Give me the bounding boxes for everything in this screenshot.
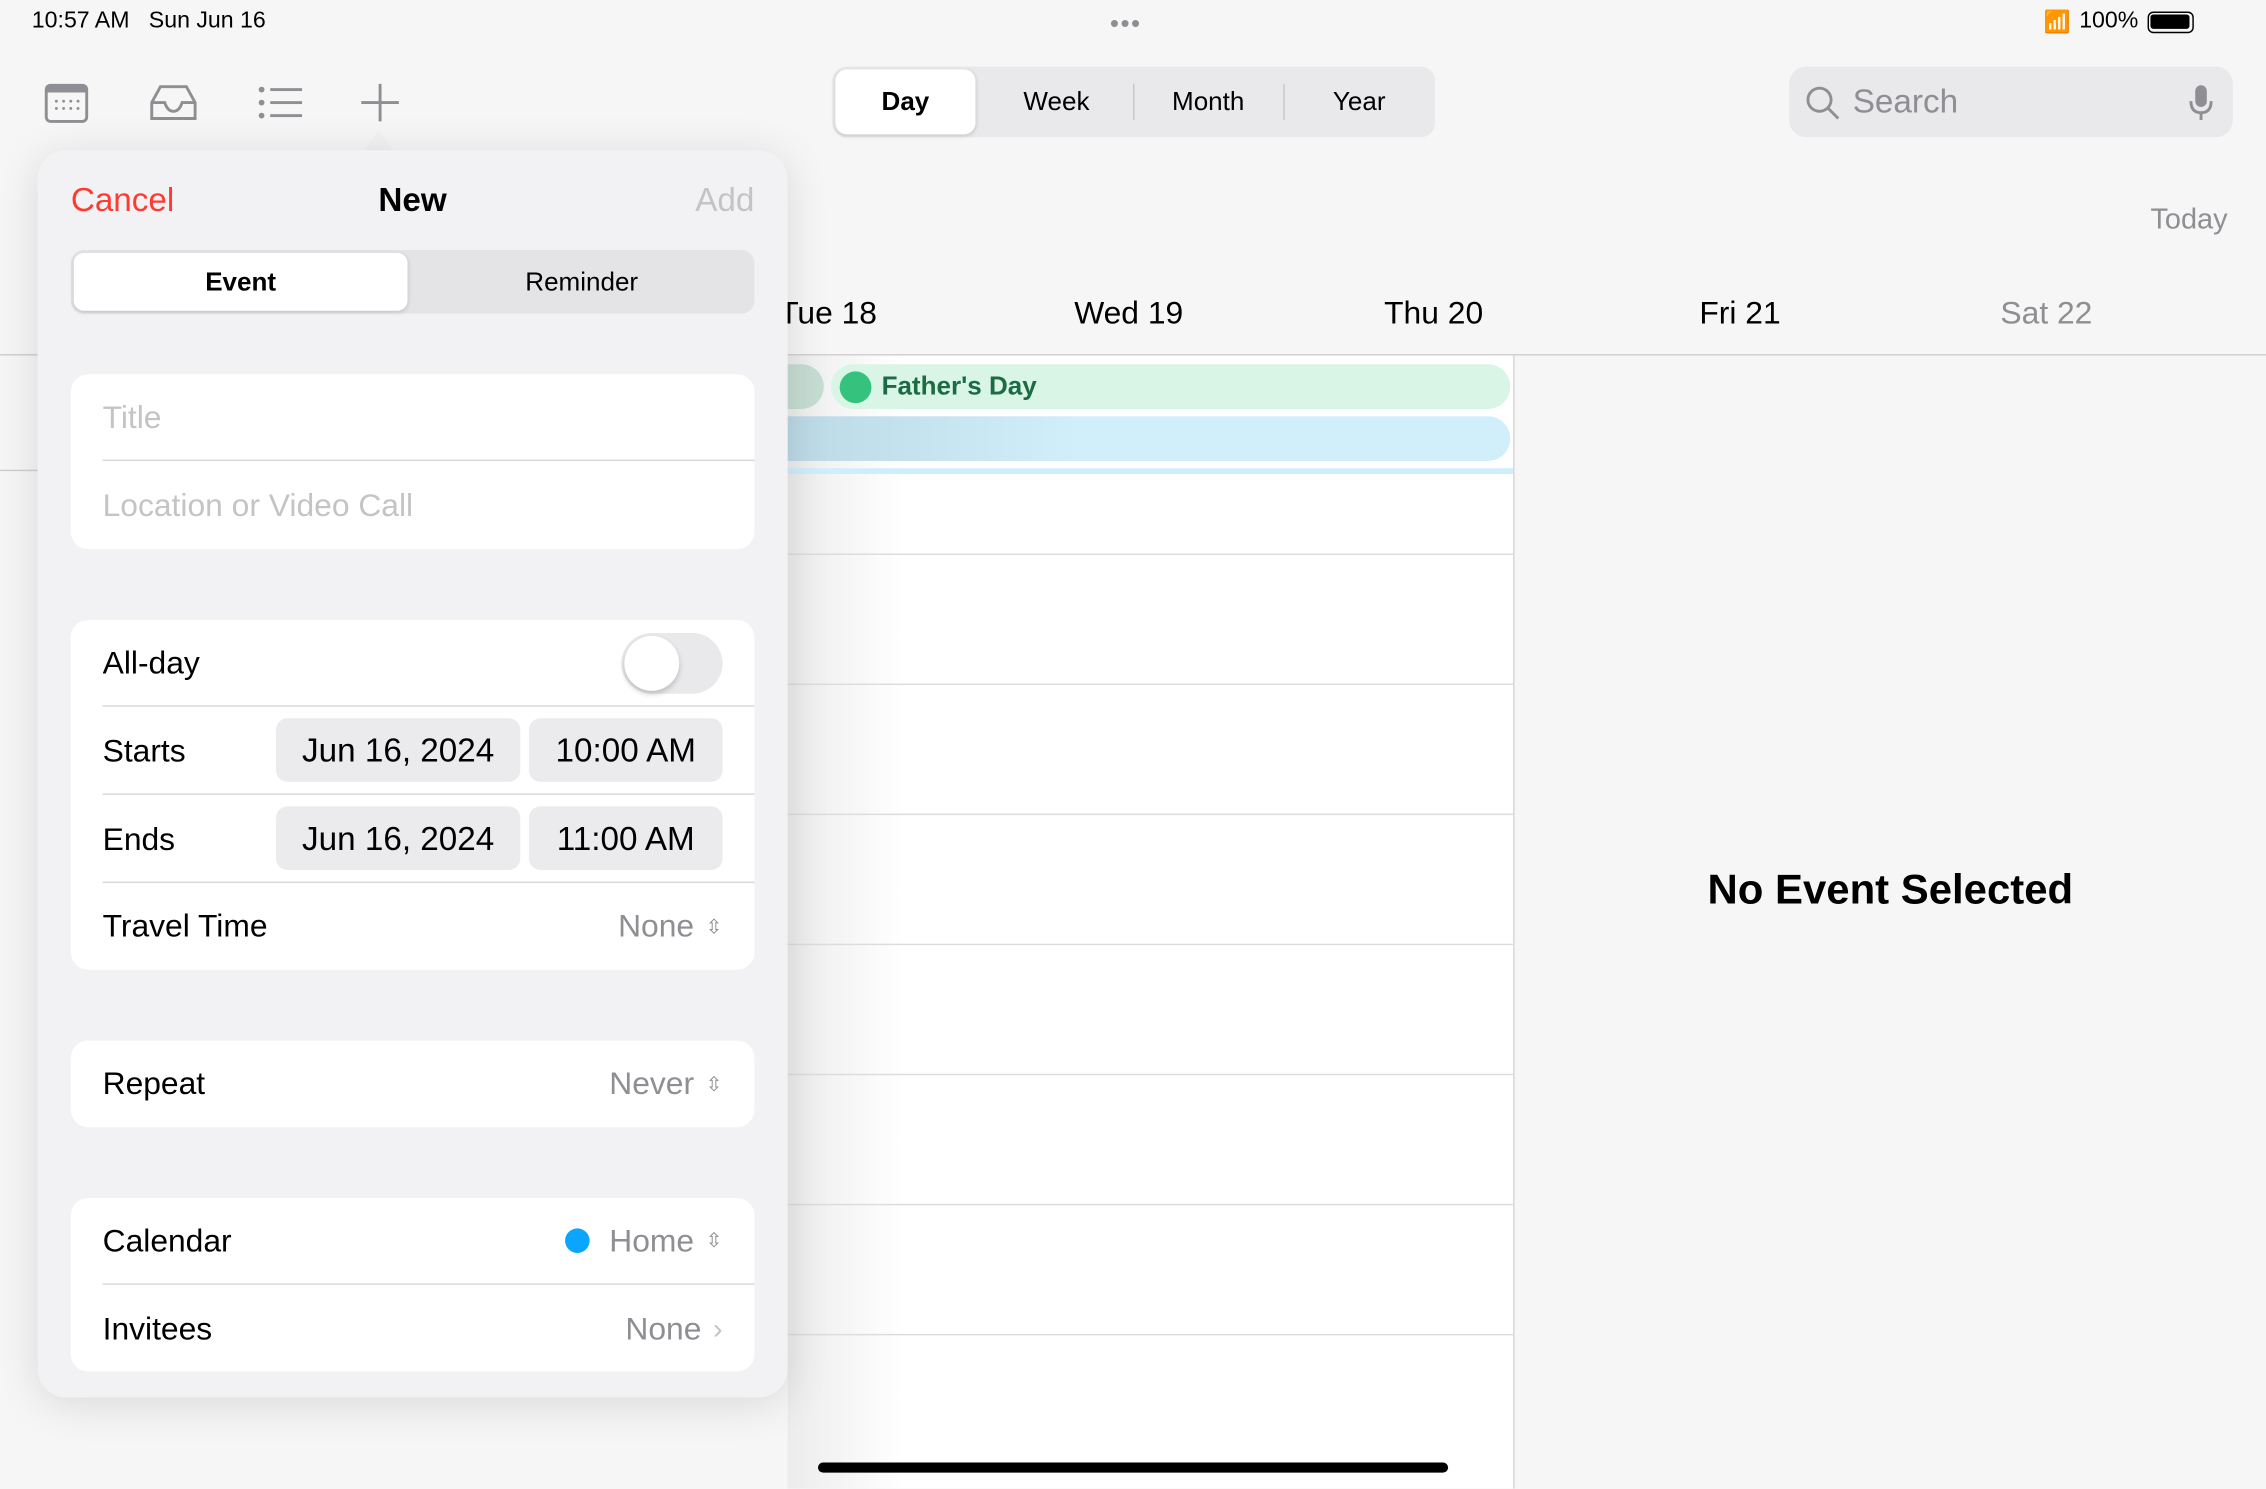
start-time-button[interactable]: 10:00 AM <box>528 718 723 782</box>
battery-percent: 100% <box>2079 8 2139 34</box>
popover-title: New <box>378 180 447 219</box>
inbox-icon[interactable] <box>147 79 199 125</box>
tab-reminder[interactable]: Reminder <box>412 253 752 311</box>
day-grid[interactable] <box>787 355 1514 1489</box>
calendar-icon <box>839 370 872 403</box>
list-icon[interactable] <box>257 79 303 125</box>
chevron-right-icon: › <box>712 1312 723 1345</box>
title-input[interactable]: Title <box>103 398 162 436</box>
chevron-updown-icon: ⇳ <box>705 914 723 938</box>
event-title: Father's Day <box>881 371 1037 401</box>
today-button[interactable]: Today <box>2150 204 2227 237</box>
calendar-row[interactable]: Calendar Home ⇳ <box>102 1198 755 1285</box>
view-switcher: Day Week Month Year <box>832 66 1436 138</box>
wifi-icon: 📶 <box>2043 10 2071 35</box>
no-event-label: No Event Selected <box>1707 867 2074 914</box>
repeat-row[interactable]: Repeat Never ⇳ <box>103 1041 755 1128</box>
search-placeholder: Search <box>1852 82 1959 120</box>
end-time-button[interactable]: 11:00 AM <box>528 806 723 871</box>
day-header[interactable]: Fri 21 <box>1596 295 1885 333</box>
multitask-dots[interactable]: ••• <box>1110 9 1142 39</box>
type-switcher: Event Reminder <box>70 250 755 314</box>
travel-time-row[interactable]: Travel Time None ⇳ <box>103 883 755 970</box>
event-fathers-day[interactable]: Father's Day <box>830 364 1511 409</box>
day-header[interactable]: Wed 19 <box>984 295 1273 333</box>
day-header[interactable]: Thu 20 <box>1289 295 1578 333</box>
tab-year[interactable]: Year <box>1283 69 1435 134</box>
location-input[interactable]: Location or Video Call <box>103 487 413 525</box>
microphone-icon[interactable] <box>2188 84 2214 122</box>
home-indicator[interactable] <box>817 1462 1449 1473</box>
allday-toggle[interactable] <box>621 632 723 694</box>
starts-label: Starts <box>102 731 186 769</box>
chevron-updown-icon: ⇳ <box>705 1228 723 1252</box>
calendar-icon[interactable] <box>43 79 89 125</box>
start-date-button[interactable]: Jun 16, 2024 <box>276 718 521 782</box>
allday-label: All-day <box>102 643 200 680</box>
tab-day[interactable]: Day <box>835 69 976 135</box>
tab-month[interactable]: Month <box>1133 69 1283 134</box>
invitees-row[interactable]: Invitees None › <box>103 1286 755 1373</box>
tab-week[interactable]: Week <box>980 69 1133 134</box>
new-event-popover: Cancel New Add Event Reminder Title Loca… <box>37 150 788 1398</box>
add-icon[interactable] <box>357 79 403 125</box>
calendar-color-dot <box>564 1228 590 1253</box>
search-icon <box>1806 86 1840 120</box>
all-day-event[interactable] <box>787 416 1511 462</box>
battery-icon <box>2147 10 2194 33</box>
day-header[interactable]: Sat 22 <box>1902 295 2191 333</box>
tab-event[interactable]: Event <box>73 252 408 311</box>
status-time: 10:57 AM Sun Jun 16 <box>31 8 266 34</box>
add-button[interactable]: Add <box>695 181 754 220</box>
end-date-button[interactable]: Jun 16, 2024 <box>276 806 521 871</box>
chevron-updown-icon: ⇳ <box>705 1071 723 1095</box>
column-divider <box>1513 355 1515 1489</box>
status-right: 📶 100% <box>2044 9 2194 35</box>
search-input[interactable]: Search <box>1789 66 2233 138</box>
ends-label: Ends <box>102 820 176 857</box>
